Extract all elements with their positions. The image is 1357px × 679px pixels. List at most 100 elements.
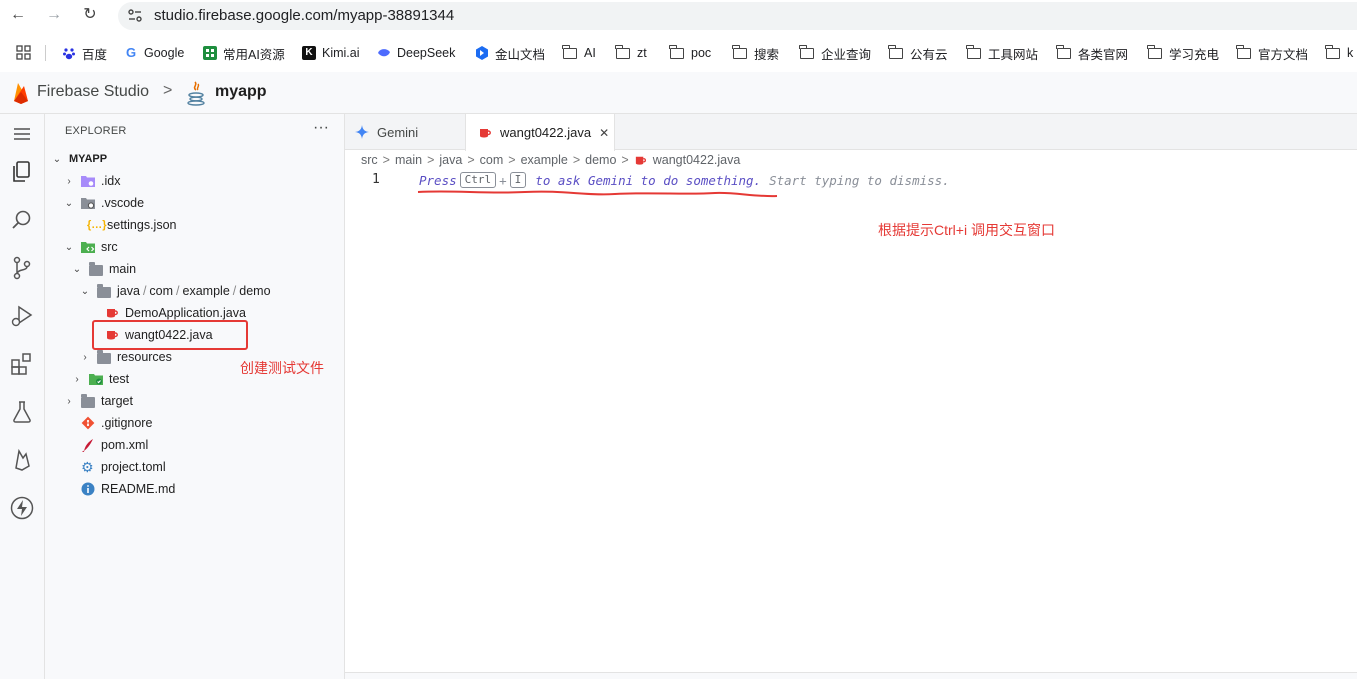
forward-icon[interactable]: → <box>44 5 64 25</box>
folder-icon <box>615 45 630 59</box>
editor-bottom-edge <box>345 672 1357 679</box>
tree-item-project-toml[interactable]: ⚙ project.toml <box>45 456 345 478</box>
gemini-hint-line[interactable]: Press Ctrl + I to ask Gemini to do somethi… <box>419 172 950 188</box>
site-settings-icon[interactable] <box>127 8 143 24</box>
breadcrumb-item[interactable]: com <box>480 153 504 167</box>
header-separator: > <box>163 82 173 99</box>
maven-feather-icon <box>82 439 93 452</box>
tab-wangt0422[interactable]: wangt0422.java ✕ <box>465 114 615 151</box>
tree-item-target[interactable]: › target <box>45 390 345 412</box>
chevron-right-icon: › <box>67 175 71 187</box>
kbd-ctrl: Ctrl <box>459 172 497 188</box>
java-file-icon <box>107 309 118 318</box>
tab-gemini[interactable]: Gemini <box>355 114 465 150</box>
baidu-icon <box>63 48 75 60</box>
reload-icon[interactable]: ↻ <box>80 5 100 25</box>
run-debug-icon[interactable] <box>9 303 35 329</box>
bookmark-ai-resources[interactable]: 常用AI资源 <box>203 43 285 63</box>
bookmark-folder-sites[interactable]: 各类官网 <box>1056 43 1128 63</box>
bookmark-folder-docs[interactable]: 官方文档 <box>1236 43 1308 63</box>
chevron-down-icon: ⌄ <box>64 241 74 253</box>
folder-icon <box>1236 45 1251 59</box>
breadcrumb-item[interactable]: java <box>439 153 462 167</box>
bookmark-folder-zt[interactable]: zt <box>615 43 647 63</box>
bookmark-kdocs[interactable]: 金山文档 <box>475 43 545 63</box>
line-number: 1 <box>372 172 380 187</box>
source-control-icon[interactable] <box>9 255 35 281</box>
breadcrumb-item[interactable]: wangt0422.java <box>653 153 741 167</box>
folder-icon <box>97 283 111 298</box>
annotation-highlight-box <box>92 320 248 350</box>
chevron-down-icon: ⌄ <box>80 285 90 297</box>
testing-flask-icon[interactable] <box>9 399 35 425</box>
folder-icon <box>966 45 981 59</box>
chevron-down-icon: ⌄ <box>64 197 74 209</box>
breadcrumb-item[interactable]: demo <box>585 153 616 167</box>
breadcrumb-item[interactable]: src <box>361 153 378 167</box>
address-bar[interactable]: studio.firebase.google.com/myapp-3889134… <box>118 2 1357 30</box>
menu-icon[interactable] <box>9 121 35 147</box>
tree-item-pom-xml[interactable]: pom.xml <box>45 434 345 456</box>
tree-item-src[interactable]: ⌄ src <box>45 236 345 258</box>
tree-item-idx[interactable]: › .idx <box>45 170 345 192</box>
annotation-underline <box>417 190 778 198</box>
breadcrumb-item[interactable]: example <box>521 153 568 167</box>
more-actions-icon[interactable]: ··· <box>313 119 329 137</box>
idx-folder-icon <box>81 176 95 187</box>
bookmark-folder-cloud[interactable]: 公有云 <box>888 43 948 63</box>
java-file-icon <box>480 128 491 137</box>
project-name[interactable]: myapp <box>215 83 267 101</box>
info-icon <box>81 482 95 496</box>
back-icon[interactable]: ← <box>8 5 28 25</box>
apps-grid-icon[interactable] <box>16 45 31 60</box>
studio-brand[interactable]: Firebase Studio <box>37 83 149 101</box>
bookmark-deepseek[interactable]: DeepSeek <box>377 43 455 63</box>
java-file-icon <box>635 156 646 165</box>
folder-icon <box>669 45 684 59</box>
bookmark-baidu[interactable]: 百度 <box>62 43 107 63</box>
gemini-sparkle-icon <box>355 125 369 139</box>
tree-item-readme[interactable]: README.md <box>45 478 345 500</box>
folder-icon <box>732 45 747 59</box>
folder-icon <box>799 45 814 59</box>
tree-item-gitignore[interactable]: .gitignore <box>45 412 345 434</box>
search-icon[interactable] <box>9 207 35 233</box>
bookmark-folder-ai[interactable]: AI <box>562 43 596 63</box>
bookmark-folder-k[interactable]: k <box>1325 43 1353 63</box>
chevron-right-icon: › <box>75 373 79 385</box>
bookmark-folder-learning[interactable]: 学习充电 <box>1147 43 1219 63</box>
git-icon <box>81 416 95 430</box>
bookmark-folder-poc[interactable]: poc <box>669 43 711 63</box>
folder-icon <box>1147 45 1162 59</box>
tree-item-java-com-example-demo[interactable]: ⌄ java / com / example / demo <box>45 280 345 302</box>
chevron-right-icon: › <box>83 351 87 363</box>
folder-icon <box>1056 45 1071 59</box>
chevron-down-icon: ⌄ <box>72 263 82 275</box>
kdocs-icon <box>476 46 488 60</box>
extensions-icon[interactable] <box>9 351 35 377</box>
bookmark-folder-tools[interactable]: 工具网站 <box>966 43 1038 63</box>
bookmark-kimi[interactable]: K Kimi.ai <box>302 43 360 63</box>
bookmark-folder-company[interactable]: 企业查询 <box>799 43 871 63</box>
folder-icon <box>97 349 111 364</box>
tree-root-myapp[interactable]: ⌄ MYAPP <box>45 148 345 170</box>
tree-item-settings-json[interactable]: {…} settings.json <box>45 214 345 236</box>
firebase-logo-icon[interactable] <box>12 81 30 105</box>
tree-item-main[interactable]: ⌄ main <box>45 258 345 280</box>
folder-icon <box>888 45 903 59</box>
studio-header: Firebase Studio > myapp <box>0 72 1357 114</box>
explorer-title: EXPLORER <box>65 125 127 137</box>
annotation-create-file: 创建测试文件 <box>240 360 324 376</box>
activity-bar <box>0 114 45 679</box>
explorer-files-icon[interactable] <box>9 159 35 185</box>
close-icon[interactable]: ✕ <box>599 126 609 140</box>
lightning-icon[interactable] <box>9 495 35 521</box>
folder-icon <box>89 261 103 276</box>
bookmark-google[interactable]: G Google <box>124 43 184 63</box>
firebase-outline-icon[interactable] <box>9 447 35 473</box>
breadcrumb-item[interactable]: main <box>395 153 422 167</box>
explorer-panel: EXPLORER ··· ⌄ MYAPP › .idx ⌄ .vscode {…… <box>45 114 345 679</box>
kimi-icon: K <box>302 46 316 60</box>
tree-item-vscode[interactable]: ⌄ .vscode <box>45 192 345 214</box>
bookmark-folder-search[interactable]: 搜索 <box>732 43 779 63</box>
